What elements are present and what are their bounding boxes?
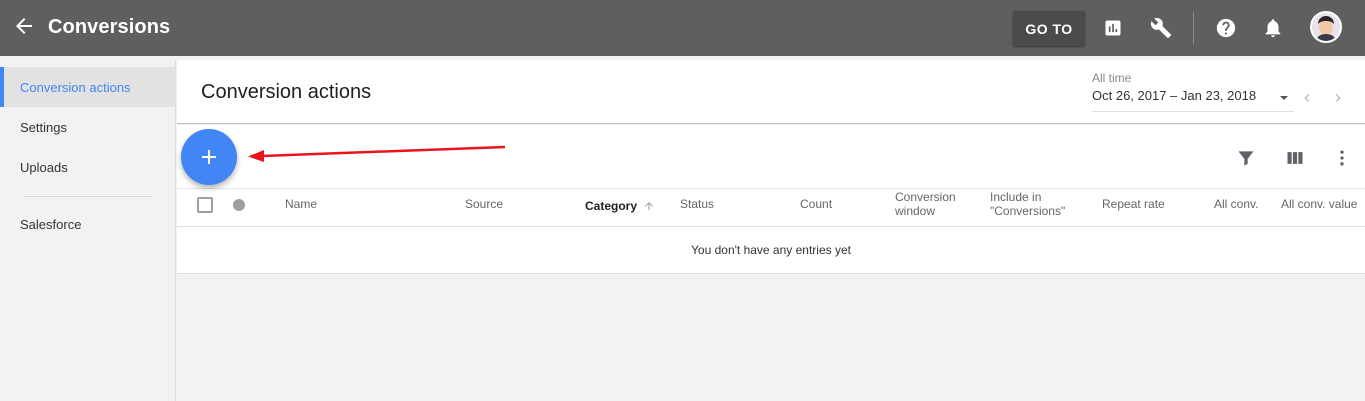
- date-range-label: All time: [1092, 71, 1132, 85]
- column-header-all-conv-value[interactable]: All conv. value: [1281, 197, 1357, 211]
- column-header-line: window: [895, 204, 936, 218]
- column-header-name[interactable]: Name: [285, 197, 317, 211]
- goto-button[interactable]: GO TO: [1013, 11, 1085, 46]
- sidebar-item-settings[interactable]: Settings: [0, 107, 176, 147]
- page-header: Conversion actions All time Oct 26, 2017…: [177, 60, 1365, 124]
- sidebar-item-label: Conversion actions: [20, 79, 131, 95]
- column-header-count[interactable]: Count: [800, 197, 832, 211]
- table-header: Name Source Category Status Count Conver…: [177, 189, 1365, 227]
- sidebar-item-conversion-actions[interactable]: Conversion actions: [0, 67, 176, 107]
- chevron-right-icon[interactable]: [1328, 88, 1348, 108]
- column-header-repeat-rate[interactable]: Repeat rate: [1102, 197, 1165, 211]
- back-arrow-icon[interactable]: [12, 14, 38, 42]
- avatar[interactable]: [1310, 11, 1342, 43]
- sidebar-item-salesforce[interactable]: Salesforce: [0, 204, 176, 244]
- column-header-include-in-conversions[interactable]: Include in "Conversions": [990, 190, 1065, 218]
- reports-icon[interactable]: [1101, 16, 1125, 40]
- empty-state-message: You don't have any entries yet: [691, 243, 851, 257]
- page-title: Conversion actions: [201, 81, 372, 103]
- add-icon: [202, 150, 216, 164]
- filter-icon[interactable]: [1234, 146, 1258, 170]
- tools-wrench-icon[interactable]: [1149, 16, 1173, 40]
- help-icon[interactable]: [1214, 16, 1238, 40]
- column-header-line: Include in: [990, 190, 1042, 204]
- column-header-category[interactable]: Category: [585, 199, 653, 213]
- date-range-selector[interactable]: Oct 26, 2017 – Jan 23, 2018: [1092, 88, 1294, 112]
- column-header-conversion-window[interactable]: Conversion window: [895, 190, 956, 218]
- sidebar-item-label: Salesforce: [20, 216, 82, 232]
- app-title: Conversions: [48, 16, 171, 38]
- sort-ascending-icon: [645, 202, 653, 210]
- dropdown-caret-icon: [1278, 92, 1290, 107]
- column-header-line: "Conversions": [990, 204, 1066, 218]
- add-conversion-button[interactable]: [181, 129, 237, 185]
- sidebar-divider: [24, 196, 152, 197]
- column-header-all-conv[interactable]: All conv.: [1214, 197, 1258, 211]
- more-vert-icon[interactable]: [1330, 146, 1354, 170]
- select-all-checkbox[interactable]: [197, 197, 213, 213]
- sidebar-item-label: Settings: [20, 119, 67, 135]
- date-range-value: Oct 26, 2017 – Jan 23, 2018: [1092, 88, 1257, 103]
- column-header-status[interactable]: Status: [680, 197, 714, 211]
- sidebar: Conversion actions Settings Uploads Sale…: [0, 60, 176, 401]
- notifications-bell-icon[interactable]: [1261, 16, 1285, 40]
- top-app-bar: Conversions GO TO: [0, 0, 1365, 56]
- sidebar-item-label: Uploads: [20, 159, 68, 175]
- chevron-left-icon[interactable]: [1297, 88, 1317, 108]
- column-header-source[interactable]: Source: [465, 197, 503, 211]
- columns-icon[interactable]: [1283, 146, 1307, 170]
- sidebar-item-uploads[interactable]: Uploads: [0, 147, 176, 187]
- column-header-line: Conversion: [895, 190, 956, 204]
- status-dot-icon: [233, 199, 245, 211]
- toolbar-divider: [1193, 12, 1194, 44]
- column-header-label: Category: [585, 199, 638, 213]
- table-toolbar: [177, 125, 1365, 189]
- empty-table-row: You don't have any entries yet: [177, 227, 1365, 274]
